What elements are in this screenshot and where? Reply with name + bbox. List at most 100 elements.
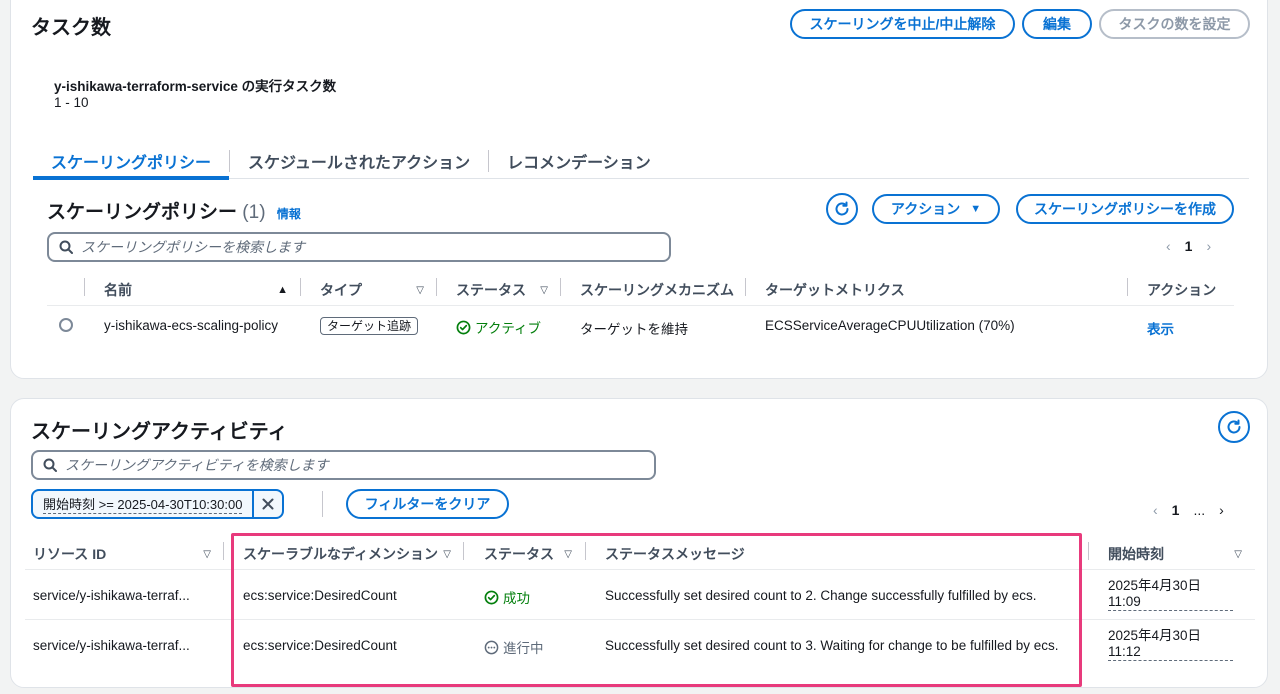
edit-button[interactable]: 編集 xyxy=(1022,9,1092,39)
column-header-status[interactable]: ステータス ▽ xyxy=(484,544,572,564)
refresh-button[interactable] xyxy=(826,193,858,225)
sort-icon: ▽ xyxy=(416,284,424,296)
refresh-icon xyxy=(1227,419,1241,434)
tab-recommendations[interactable]: レコメンデーション xyxy=(489,143,669,179)
activity-status: 進行中 xyxy=(484,637,544,657)
column-divider xyxy=(300,278,301,296)
actions-dropdown-button[interactable]: アクション ▼ xyxy=(872,194,1000,224)
column-header-message: ステータスメッセージ xyxy=(605,546,745,562)
policy-type-cell: ターゲット追跡 xyxy=(320,317,419,335)
activity-status-text: 進行中 xyxy=(503,641,544,656)
filter-token-label: 開始時刻 >= 2025-04-30T10:30:00 xyxy=(33,491,255,517)
row-select-radio[interactable] xyxy=(59,318,73,335)
column-divider xyxy=(1088,542,1089,560)
success-check-icon xyxy=(456,320,471,334)
task-range-value: 1 - 10 xyxy=(54,95,89,110)
panel-title: タスク数 xyxy=(31,17,111,39)
sort-icon: ▽ xyxy=(203,548,211,560)
policy-tabs: スケーリングポリシー スケジュールされたアクション レコメンデーション xyxy=(33,143,1249,180)
start-clock-time: 11:12 xyxy=(1108,644,1233,661)
tab-scaling-policy[interactable]: スケーリングポリシー xyxy=(33,143,230,180)
view-policy-link[interactable]: 表示 xyxy=(1147,318,1174,338)
sort-icon: ▽ xyxy=(1234,548,1242,560)
column-header-type[interactable]: タイプ ▽ xyxy=(320,280,424,300)
activity-search[interactable] xyxy=(31,450,656,480)
search-icon xyxy=(59,240,73,254)
activity-status-text: 成功 xyxy=(503,591,530,606)
sort-icon: ▽ xyxy=(443,548,451,560)
next-page-icon[interactable]: › xyxy=(1206,238,1211,254)
column-label: スケーラブルなディメンション xyxy=(243,546,439,562)
refresh-icon xyxy=(835,201,849,216)
remove-filter-button[interactable] xyxy=(254,491,282,517)
column-header-action: アクション xyxy=(1147,282,1217,298)
row-divider xyxy=(25,619,1255,620)
column-header-dimension[interactable]: スケーラブルなディメンション ▽ xyxy=(243,544,451,564)
suspend-scaling-button[interactable]: スケーリングを中止/中止解除 xyxy=(790,9,1015,39)
create-policy-button[interactable]: スケーリングポリシーを作成 xyxy=(1016,194,1234,224)
column-header-resource[interactable]: リソース ID ▽ xyxy=(33,544,211,564)
column-divider xyxy=(745,278,746,296)
column-label: ステータス xyxy=(484,546,554,562)
scalable-dimension: ecs:service:DesiredCount xyxy=(243,638,397,653)
column-header-status[interactable]: ステータス ▽ xyxy=(456,280,548,300)
start-time: 2025年4月30日 11:12 xyxy=(1108,628,1233,661)
policy-name: y-ishikawa-ecs-scaling-policy xyxy=(104,318,279,333)
search-icon xyxy=(43,458,57,472)
service-task-label: y-ishikawa-terraform-service の実行タスク数 xyxy=(54,79,337,94)
start-date: 2025年4月30日 xyxy=(1108,578,1202,593)
policy-search[interactable] xyxy=(47,232,671,262)
activity-pagination: ‹ 1 ... › xyxy=(1153,502,1224,518)
policy-search-input[interactable] xyxy=(81,239,630,255)
policy-type-badge: ターゲット追跡 xyxy=(320,317,419,335)
column-label: 開始時刻 xyxy=(1108,546,1164,562)
in-progress-icon xyxy=(484,640,499,654)
column-header-mechanism: スケーリングメカニズム xyxy=(580,282,734,298)
column-divider xyxy=(585,542,586,560)
column-label: 名前 xyxy=(104,282,132,298)
header-divider xyxy=(25,569,1255,570)
column-divider xyxy=(84,278,85,296)
column-header-metric: ターゲットメトリクス xyxy=(765,282,905,298)
resource-id: service/y-ishikawa-terraf... xyxy=(33,588,190,603)
activity-title: スケーリングアクティビティ xyxy=(31,421,288,443)
scalable-dimension: ecs:service:DesiredCount xyxy=(243,588,397,603)
set-task-count-button[interactable]: タスクの数を設定 xyxy=(1099,9,1250,39)
activity-search-input[interactable] xyxy=(65,457,615,473)
policy-metric: ECSServiceAverageCPUUtilization (70%) xyxy=(765,318,1015,333)
task-count-panel: タスク数 スケーリングを中止/中止解除 編集 タスクの数を設定 y-ishika… xyxy=(10,0,1268,379)
column-label: ステータス xyxy=(456,282,526,298)
column-divider xyxy=(463,542,464,560)
sort-icon: ▽ xyxy=(564,548,572,560)
column-header-name[interactable]: 名前 ▲ xyxy=(104,280,288,300)
status-message: Successfully set desired count to 2. Cha… xyxy=(605,588,1037,603)
policy-mechanism: ターゲットを維持 xyxy=(580,322,688,337)
column-divider xyxy=(1127,278,1128,296)
page-ellipsis: ... xyxy=(1193,502,1206,518)
policies-count: (1) xyxy=(242,202,266,223)
page-number[interactable]: 1 xyxy=(1185,238,1193,254)
policy-status: アクティブ xyxy=(456,317,541,337)
activity-refresh-button[interactable] xyxy=(1218,411,1250,443)
close-icon xyxy=(262,498,274,510)
filter-token: 開始時刻 >= 2025-04-30T10:30:00 xyxy=(31,489,285,519)
column-header-start-time[interactable]: 開始時刻 ▽ xyxy=(1108,544,1242,564)
page-number[interactable]: 1 xyxy=(1172,502,1180,518)
column-label: タイプ xyxy=(320,282,362,298)
header-divider xyxy=(47,305,1234,306)
radio-button[interactable] xyxy=(59,318,73,332)
column-label: リソース ID xyxy=(33,546,107,562)
prev-page-icon[interactable]: ‹ xyxy=(1153,502,1158,518)
prev-page-icon[interactable]: ‹ xyxy=(1166,238,1171,254)
tab-scheduled-actions[interactable]: スケジュールされたアクション xyxy=(230,143,488,179)
column-divider xyxy=(560,278,561,296)
clear-filter-button[interactable]: フィルターをクリア xyxy=(346,489,509,519)
status-message: Successfully set desired count to 3. Wai… xyxy=(605,638,1059,653)
start-date: 2025年4月30日 xyxy=(1108,628,1202,643)
info-link[interactable]: 情報 xyxy=(277,207,301,221)
sort-ascending-icon: ▲ xyxy=(277,284,288,296)
sort-icon: ▽ xyxy=(540,284,548,296)
filter-token-text[interactable]: 開始時刻 >= 2025-04-30T10:30:00 xyxy=(43,494,243,514)
column-divider xyxy=(223,542,224,560)
next-page-icon[interactable]: › xyxy=(1219,502,1224,518)
